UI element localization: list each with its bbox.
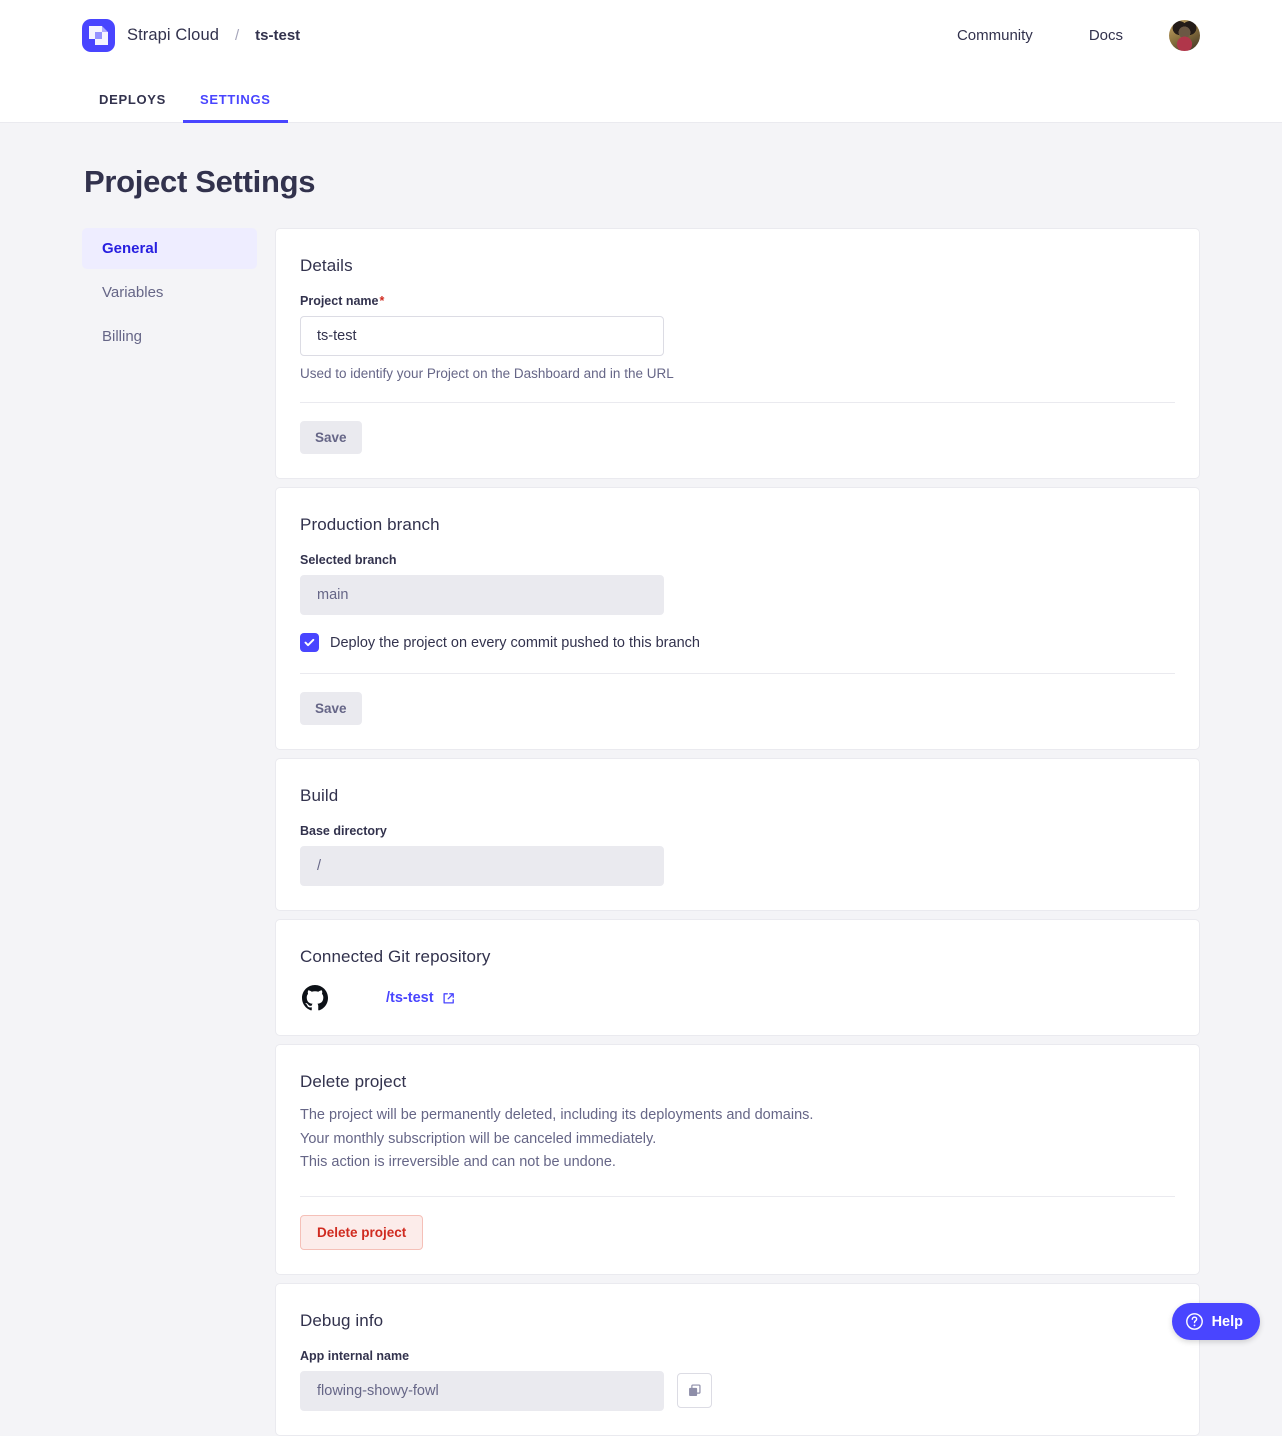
- header-actions: Community Docs: [929, 20, 1200, 51]
- debug-info-title: Debug info: [300, 1311, 1175, 1331]
- tab-settings[interactable]: SETTINGS: [183, 92, 288, 123]
- app-internal-name-row: flowing-showy-fowl: [300, 1371, 1175, 1411]
- check-icon: [304, 637, 315, 648]
- project-name-hint: Used to identify your Project on the Das…: [300, 366, 1175, 381]
- selected-branch-input[interactable]: main: [300, 575, 664, 615]
- breadcrumb: Strapi Cloud / ts-test: [82, 19, 300, 52]
- tab-deploys[interactable]: DEPLOYS: [82, 92, 183, 123]
- auto-deploy-checkbox-row[interactable]: Deploy the project on every commit pushe…: [300, 633, 1175, 652]
- avatar[interactable]: [1169, 20, 1200, 51]
- strapi-logo-icon[interactable]: [82, 19, 115, 52]
- base-directory-input[interactable]: /: [300, 846, 664, 886]
- top-header: Strapi Cloud / ts-test Community Docs: [0, 0, 1282, 71]
- git-repository-title: Connected Git repository: [300, 947, 1175, 967]
- page-title: Project Settings: [84, 164, 1200, 200]
- help-widget-button[interactable]: Help: [1172, 1303, 1260, 1340]
- project-name-input[interactable]: ts-test: [300, 316, 664, 356]
- debug-info-card: Debug info App internal name flowing-sho…: [275, 1283, 1200, 1436]
- production-branch-divider: [300, 673, 1175, 674]
- build-title: Build: [300, 786, 1175, 806]
- auto-deploy-checkbox-label[interactable]: Deploy the project on every commit pushe…: [330, 635, 700, 651]
- selected-branch-label: Selected branch: [300, 553, 1175, 567]
- sidebar-item-billing[interactable]: Billing: [82, 316, 257, 357]
- details-card: Details Project name* ts-test Used to id…: [275, 228, 1200, 479]
- production-branch-card: Production branch Selected branch main D…: [275, 487, 1200, 750]
- app-internal-name-label: App internal name: [300, 1349, 1175, 1363]
- breadcrumb-separator: /: [235, 27, 239, 44]
- required-asterisk: *: [380, 294, 385, 308]
- question-circle-icon: [1185, 1312, 1204, 1331]
- community-link[interactable]: Community: [929, 27, 1061, 44]
- settings-cards: Details Project name* ts-test Used to id…: [275, 228, 1200, 1436]
- copy-internal-name-button[interactable]: [677, 1373, 712, 1408]
- delete-project-card: Delete project The project will be perma…: [275, 1044, 1200, 1275]
- delete-project-line-1: The project will be permanently deleted,…: [300, 1104, 1175, 1128]
- save-details-button[interactable]: Save: [300, 421, 362, 454]
- auto-deploy-checkbox[interactable]: [300, 633, 319, 652]
- git-repository-link[interactable]: /ts-test: [386, 990, 455, 1006]
- tab-bar: DEPLOYS SETTINGS: [0, 71, 1282, 123]
- git-repository-link-text: /ts-test: [386, 990, 434, 1006]
- project-name-label: Project name*: [300, 294, 1175, 308]
- delete-project-title: Delete project: [300, 1072, 1175, 1092]
- save-production-branch-button[interactable]: Save: [300, 692, 362, 725]
- git-repository-card: Connected Git repository /ts-test: [275, 919, 1200, 1036]
- delete-project-button[interactable]: Delete project: [300, 1215, 423, 1250]
- delete-project-description: The project will be permanently deleted,…: [300, 1104, 1175, 1175]
- build-card: Build Base directory /: [275, 758, 1200, 911]
- details-title: Details: [300, 256, 1175, 276]
- github-icon: [302, 985, 328, 1011]
- delete-project-line-3: This action is irreversible and can not …: [300, 1151, 1175, 1175]
- breadcrumb-project-name: ts-test: [255, 27, 300, 44]
- settings-sidebar: General Variables Billing: [82, 228, 257, 360]
- help-widget-label: Help: [1212, 1314, 1243, 1330]
- app-internal-name-input[interactable]: flowing-showy-fowl: [300, 1371, 664, 1411]
- project-name-label-text: Project name: [300, 294, 379, 308]
- docs-link[interactable]: Docs: [1061, 27, 1151, 44]
- production-branch-title: Production branch: [300, 515, 1175, 535]
- page-content: Project Settings General Variables Billi…: [0, 164, 1282, 1436]
- delete-project-divider: [300, 1196, 1175, 1197]
- git-repository-row: /ts-test: [300, 985, 1175, 1011]
- sidebar-item-general[interactable]: General: [82, 228, 257, 269]
- brand-name[interactable]: Strapi Cloud: [127, 26, 219, 45]
- settings-layout: General Variables Billing Details Projec…: [82, 228, 1200, 1436]
- base-directory-label: Base directory: [300, 824, 1175, 838]
- details-divider: [300, 402, 1175, 403]
- delete-project-line-2: Your monthly subscription will be cancel…: [300, 1128, 1175, 1152]
- external-link-icon: [442, 992, 455, 1005]
- copy-icon: [687, 1383, 702, 1398]
- sidebar-item-variables[interactable]: Variables: [82, 272, 257, 313]
